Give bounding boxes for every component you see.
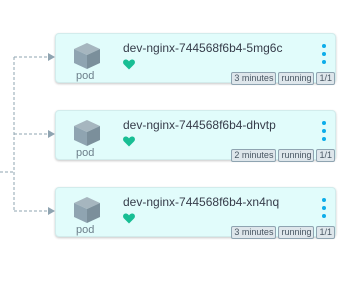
pod-node[interactable]: pod dev-nginx-744568f6b4-5mg6c 3 minutes… [55, 33, 336, 85]
pod-node[interactable]: pod dev-nginx-744568f6b4-xn4nq 3 minutes… [55, 187, 336, 239]
status-tag: running [278, 72, 315, 85]
status-tag: running [278, 149, 315, 162]
age-tag: 3 minutes [231, 226, 277, 239]
heart-icon [123, 213, 135, 224]
pod-name: dev-nginx-744568f6b4-5mg6c [123, 41, 283, 55]
ready-tag: 1/1 [316, 149, 335, 162]
node-menu-button[interactable] [318, 44, 330, 66]
pod-name: dev-nginx-744568f6b4-xn4nq [123, 195, 280, 209]
kind-label: pod [76, 224, 95, 236]
age-tag: 3 minutes [231, 72, 277, 85]
node-tags: 3 minutes running 1/1 [231, 226, 335, 239]
node-tags: 3 minutes running 1/1 [231, 72, 335, 85]
pod-name: dev-nginx-744568f6b4-dhvtp [123, 118, 276, 132]
cube-icon [74, 197, 100, 223]
cube-icon [74, 43, 100, 69]
heart-icon [123, 59, 135, 70]
arrow-head-3 [48, 207, 55, 215]
node-menu-button[interactable] [318, 121, 330, 143]
resource-tree-canvas: pod dev-nginx-744568f6b4-5mg6c 3 minutes… [0, 0, 362, 286]
pod-node[interactable]: pod dev-nginx-744568f6b4-dhvtp 2 minutes… [55, 110, 336, 162]
node-tags: 2 minutes running 1/1 [231, 149, 335, 162]
kind-label: pod [76, 70, 95, 82]
age-tag: 2 minutes [231, 149, 277, 162]
heart-icon [123, 136, 135, 147]
cube-icon [74, 120, 100, 146]
node-menu-button[interactable] [318, 198, 330, 220]
ready-tag: 1/1 [316, 72, 335, 85]
kind-label: pod [76, 147, 95, 159]
arrow-head-2 [48, 130, 55, 138]
status-tag: running [278, 226, 315, 239]
arrow-head-1 [48, 53, 55, 61]
ready-tag: 1/1 [316, 226, 335, 239]
